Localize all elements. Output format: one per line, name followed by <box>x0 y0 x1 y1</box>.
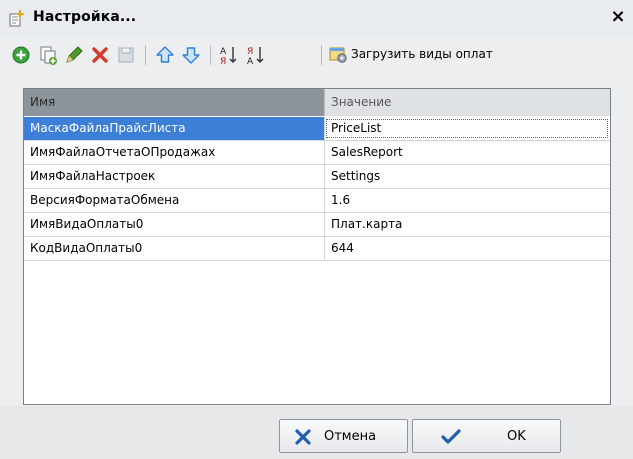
sort-desc-icon: Я А <box>247 47 264 67</box>
cancel-button[interactable]: Отмена <box>279 419 408 453</box>
copy-icon <box>40 46 57 65</box>
svg-text:Я: Я <box>220 57 226 66</box>
svg-text:Я: Я <box>247 47 253 57</box>
window-title: Настройка... <box>33 9 137 25</box>
add-icon <box>12 46 30 64</box>
add-button[interactable] <box>10 44 32 66</box>
table-row[interactable]: ИмяФайлаНастроек Settings <box>24 165 610 189</box>
toolbar-separator <box>145 45 146 65</box>
load-settings-icon <box>329 47 347 63</box>
column-header-name[interactable]: Имя <box>24 89 324 116</box>
row-value-cell[interactable]: Плат.карта <box>324 213 610 236</box>
settings-dialog: Настройка... × А Я Я А Загрузить виды оп… <box>0 0 633 459</box>
title-bar[interactable]: Настройка... × <box>0 0 633 36</box>
table-row[interactable]: ВерсияФорматаОбмена 1.6 <box>24 189 610 213</box>
row-value-cell[interactable]: 1.6 <box>324 189 610 212</box>
table-row[interactable]: ИмяВидаОплаты0 Плат.карта <box>24 213 610 237</box>
checkmark-icon <box>441 429 461 444</box>
row-name-cell[interactable]: КодВидаОплаты0 <box>24 237 324 260</box>
delete-icon <box>92 47 108 63</box>
row-name-cell[interactable]: ИмяВидаОплаты0 <box>24 213 324 236</box>
sort-asc-icon: А Я <box>220 47 237 67</box>
table-row[interactable]: КодВидаОплаты0 644 <box>24 237 610 261</box>
table-header: Имя Значение <box>24 89 610 116</box>
row-value-cell[interactable]: 644 <box>324 237 610 260</box>
svg-text:А: А <box>247 57 254 66</box>
column-header-value[interactable]: Значение <box>324 89 610 116</box>
row-name-cell[interactable]: ИмяФайлаНастроек <box>24 165 324 188</box>
svg-text:А: А <box>220 47 227 57</box>
move-down-icon <box>182 47 200 64</box>
ok-label: OK <box>507 429 526 444</box>
end-edit-icon <box>118 47 134 63</box>
toolbar-separator <box>210 45 211 65</box>
ok-button[interactable]: OK <box>412 419 561 453</box>
edit-button[interactable] <box>63 44 85 66</box>
close-button[interactable]: × <box>607 6 629 28</box>
table-row[interactable]: ИмяФайлаОтчетаОПродажах SalesReport <box>24 141 610 165</box>
close-icon: × <box>610 6 626 27</box>
end-edit-button[interactable] <box>115 44 137 66</box>
row-value-cell[interactable]: PriceList <box>324 117 610 140</box>
toolbar-separator <box>321 45 322 65</box>
settings-table[interactable]: Имя Значение МаскаФайлаПрайсЛиста PriceL… <box>23 88 611 405</box>
settings-doc-icon <box>9 9 25 27</box>
row-name-cell[interactable]: МаскаФайлаПрайсЛиста <box>24 117 324 140</box>
row-name-cell[interactable]: ИмяФайлаОтчетаОПродажах <box>24 141 324 164</box>
sort-asc-button[interactable]: А Я <box>218 44 240 67</box>
edit-icon <box>66 46 83 63</box>
delete-button[interactable] <box>89 44 111 66</box>
move-up-button[interactable] <box>154 44 176 66</box>
move-down-button[interactable] <box>180 44 202 66</box>
row-value-cell[interactable]: Settings <box>324 165 610 188</box>
toolbar: А Я Я А Загрузить виды оплат <box>0 38 633 72</box>
table-row[interactable]: МаскаФайлаПрайсЛиста PriceList <box>24 117 610 141</box>
load-payment-types-label: Загрузить виды оплат <box>351 47 493 61</box>
cancel-icon <box>295 429 311 445</box>
cancel-label: Отмена <box>324 429 377 444</box>
move-up-icon <box>156 46 174 63</box>
row-value-cell[interactable]: SalesReport <box>324 141 610 164</box>
sort-desc-button[interactable]: Я А <box>245 44 267 67</box>
copy-button[interactable] <box>37 44 59 66</box>
row-name-cell[interactable]: ВерсияФорматаОбмена <box>24 189 324 212</box>
